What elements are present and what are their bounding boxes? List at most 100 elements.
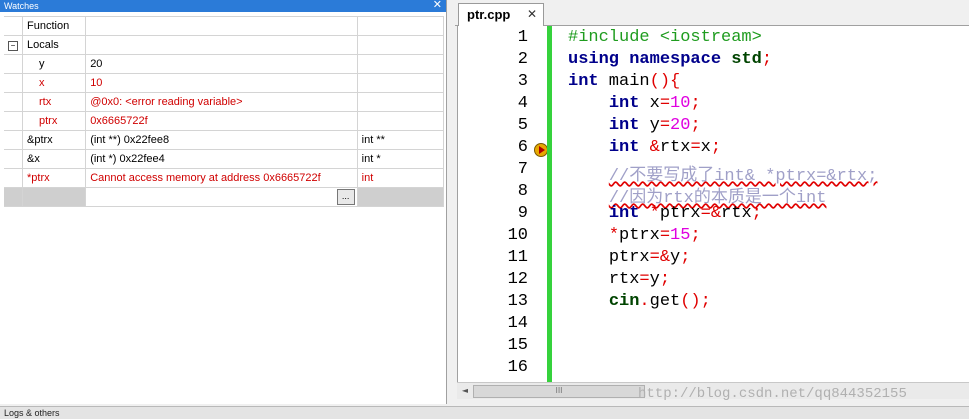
- tab-bar: ptr.cpp ✕: [455, 0, 969, 26]
- code-token: cin: [608, 292, 640, 311]
- code-token: =: [659, 226, 671, 245]
- code-token: (){: [649, 72, 681, 91]
- watch-name: x: [21, 73, 87, 93]
- watch-row[interactable]: &ptrx (int **) 0x22fee8 int **: [4, 130, 445, 150]
- watches-panel: Watches ✕ Function − Locals y 20 x 10 rtx @0x…: [0, 0, 447, 404]
- code-line[interactable]: int main(){: [568, 72, 680, 91]
- scroll-thumb[interactable]: III: [473, 385, 645, 398]
- code-token: int: [568, 72, 599, 91]
- code-token: =: [690, 138, 701, 157]
- code-line[interactable]: cin.get();: [568, 292, 711, 311]
- watches-title-bar: Watches ✕: [0, 0, 446, 12]
- code-token: ();: [680, 292, 711, 311]
- watch-row[interactable]: x 10: [4, 73, 445, 93]
- watch-row[interactable]: &x (int *) 0x22fee4 int *: [4, 149, 445, 169]
- code-token: ;: [690, 116, 701, 135]
- close-icon[interactable]: ✕: [433, 0, 442, 11]
- watch-type: int: [356, 168, 445, 188]
- scroll-left-icon[interactable]: ◄: [459, 385, 471, 397]
- code-token: =&: [649, 248, 671, 267]
- close-icon[interactable]: ✕: [527, 4, 537, 25]
- locals-row[interactable]: − Locals: [4, 35, 445, 55]
- line-number: 13: [507, 292, 528, 311]
- breakpoint-arrow-icon[interactable]: [534, 143, 548, 157]
- code-token: y: [649, 270, 660, 289]
- code-line[interactable]: rtx=y;: [568, 270, 670, 289]
- code-editor[interactable]: 1 2 3 4 5 6 7 8 9 10 11 12 13 14 15 16 #include <iostre…: [457, 26, 969, 382]
- logs-tab[interactable]: Logs & others: [0, 406, 969, 419]
- line-number: 10: [507, 226, 528, 245]
- line-number: 4: [517, 94, 528, 113]
- line-number: 5: [517, 116, 528, 135]
- watch-name: rtx: [21, 92, 87, 112]
- tab-ptr-cpp[interactable]: ptr.cpp ✕: [458, 3, 544, 26]
- code-token: int: [608, 204, 640, 223]
- code-token: 20: [670, 116, 691, 135]
- collapse-icon[interactable]: −: [8, 41, 18, 51]
- watch-value: (int *) 0x22fee4: [85, 149, 358, 169]
- code-token: get: [649, 292, 681, 311]
- code-token: int: [608, 138, 640, 157]
- watch-value: 20: [85, 54, 358, 74]
- code-line[interactable]: #include <iostream>: [568, 28, 762, 47]
- code-token: =: [639, 270, 650, 289]
- code-token: int: [608, 116, 640, 135]
- line-number: 7: [517, 160, 528, 179]
- line-number: 12: [507, 270, 528, 289]
- watch-value: Cannot access memory at address 0x666572…: [85, 168, 358, 188]
- code-token: ;: [761, 50, 773, 69]
- watch-row[interactable]: *ptrx Cannot access memory at address 0x6…: [4, 168, 445, 188]
- watch-value: 0x6665722f: [85, 111, 358, 131]
- code-line[interactable]: *ptrx=15;: [568, 226, 701, 245]
- line-number: 11: [507, 248, 528, 267]
- code-token: &: [649, 138, 660, 157]
- line-number: 3: [517, 72, 528, 91]
- function-label: Function: [21, 16, 87, 36]
- watch-row[interactable]: ptrx 0x6665722f: [4, 111, 445, 131]
- code-token: std: [731, 50, 762, 69]
- line-number: 1: [517, 28, 528, 47]
- new-watch-row[interactable]: ...: [4, 187, 445, 207]
- more-button[interactable]: ...: [336, 189, 355, 205]
- code-token: int: [608, 94, 640, 113]
- code-line[interactable]: using namespace std;: [568, 50, 772, 69]
- code-token: y: [670, 248, 681, 267]
- line-number: 15: [507, 336, 528, 355]
- code-token: main: [598, 72, 650, 91]
- watches-grid: Function − Locals y 20 x 10 rtx @0x0: <error …: [4, 16, 445, 207]
- tab-label: ptr.cpp: [467, 7, 511, 22]
- watch-type: [356, 92, 445, 112]
- line-number-gutter[interactable]: 1 2 3 4 5 6 7 8 9 10 11 12 13 14 15 16: [458, 26, 548, 382]
- code-line[interactable]: int x=10;: [568, 94, 701, 113]
- code-token: *: [649, 204, 660, 223]
- watch-row[interactable]: rtx @0x0: <error reading variable>: [4, 92, 445, 112]
- watch-name: y: [21, 54, 87, 74]
- watch-name: &x: [21, 149, 87, 169]
- code-token: namespace: [629, 50, 722, 69]
- watch-value: 10: [85, 73, 358, 93]
- code-token: 10: [670, 94, 691, 113]
- code-line[interactable]: int *ptrx=&rtx;: [568, 204, 762, 223]
- code-token: y: [639, 116, 660, 135]
- watch-type: int *: [356, 149, 445, 169]
- code-line[interactable]: int &rtx=x;: [568, 138, 721, 157]
- code-token: ;: [690, 226, 701, 245]
- code-token: x: [639, 94, 660, 113]
- code-token: x: [700, 138, 711, 157]
- function-row: Function: [4, 16, 445, 36]
- code-token: .: [639, 292, 650, 311]
- code-line[interactable]: int y=20;: [568, 116, 701, 135]
- code-token: ;: [690, 94, 701, 113]
- watch-row[interactable]: y 20: [4, 54, 445, 74]
- code-token: 15: [670, 226, 691, 245]
- line-number: 14: [507, 314, 528, 333]
- code-token: ptrx: [659, 204, 701, 223]
- code-token: =&: [700, 204, 722, 223]
- watch-value: @0x0: <error reading variable>: [85, 92, 358, 112]
- code-line[interactable]: ptrx=&y;: [568, 248, 691, 267]
